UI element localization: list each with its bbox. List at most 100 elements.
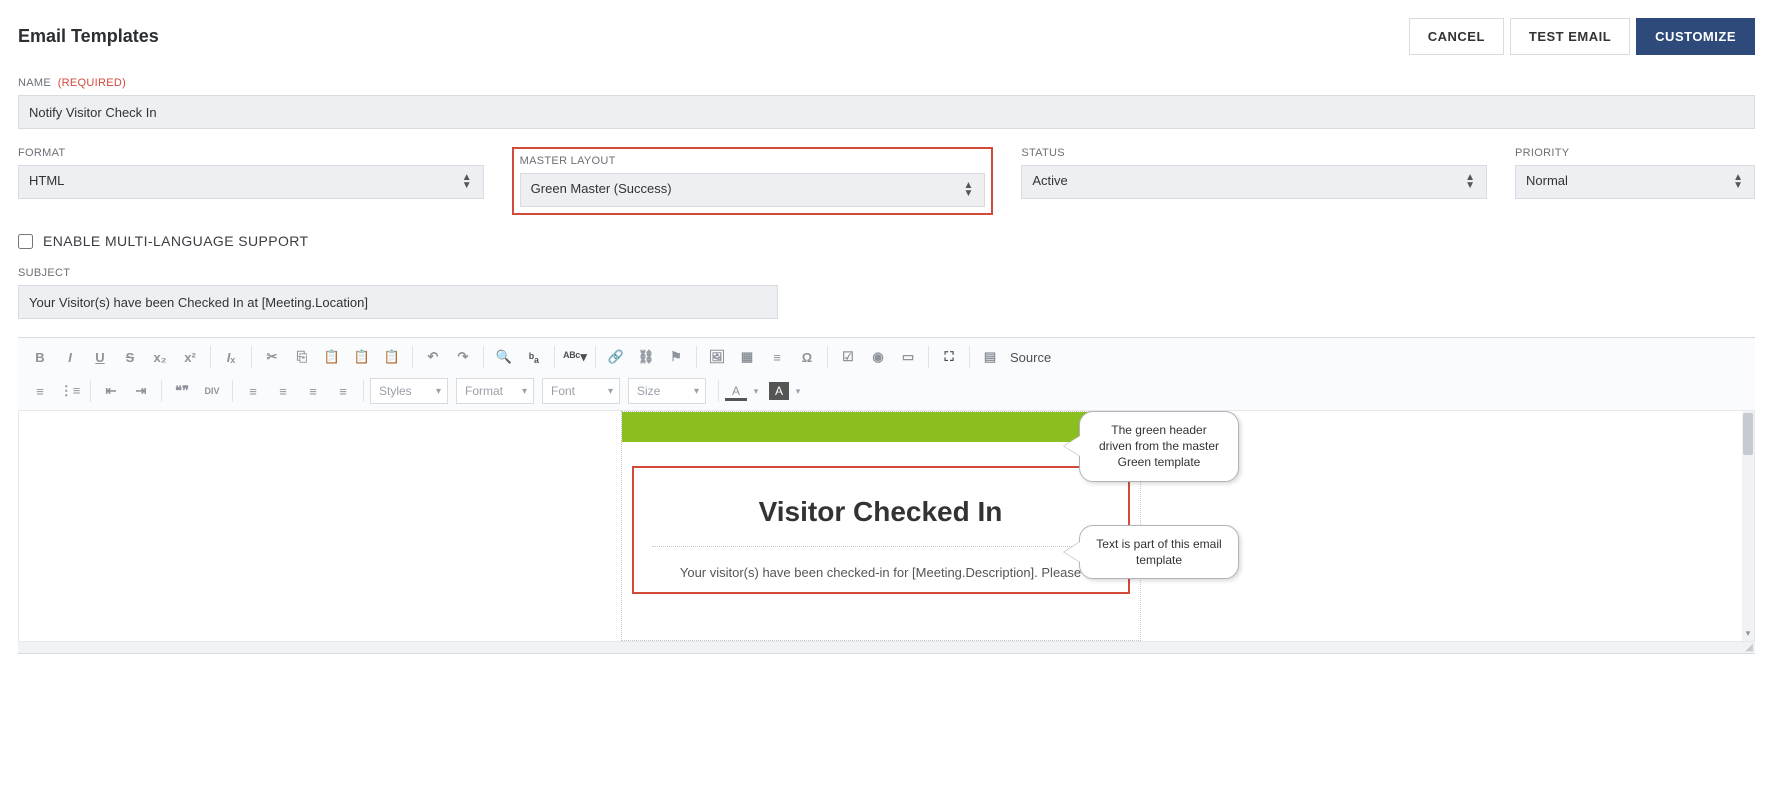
align-center-icon[interactable]: ≡: [269, 378, 297, 404]
email-preview-title: Visitor Checked In: [652, 496, 1110, 547]
bold-icon[interactable]: B: [26, 344, 54, 370]
separator: [718, 380, 719, 402]
separator: [90, 380, 91, 402]
text-color-icon[interactable]: A: [725, 381, 747, 401]
cancel-button[interactable]: CANCEL: [1409, 18, 1504, 55]
multi-language-checkbox[interactable]: [18, 234, 33, 249]
separator: [969, 346, 970, 368]
separator: [210, 346, 211, 368]
status-label: STATUS: [1021, 147, 1487, 159]
text-color-dropdown[interactable]: ▾: [751, 386, 761, 397]
bg-color-icon[interactable]: A: [769, 382, 789, 400]
align-justify-icon[interactable]: ≡: [329, 378, 357, 404]
paste-icon[interactable]: 📋: [318, 344, 346, 370]
copy-icon[interactable]: ⎘: [288, 344, 316, 370]
unlink-icon[interactable]: ⛓: [632, 344, 660, 370]
blockquote-icon[interactable]: ❝❞: [168, 378, 196, 404]
undo-icon[interactable]: ↶: [419, 344, 447, 370]
format-combo[interactable]: Format: [456, 378, 534, 404]
priority-select[interactable]: Normal ▲▼: [1515, 165, 1755, 199]
font-combo[interactable]: Font: [542, 378, 620, 404]
separator: [696, 346, 697, 368]
editor-toolbar: B I U S x₂ x² Iₓ ✂ ⎘ 📋 📋 📋 ↶ ↷ 🔍 ᵇₐ ᴬᴮᶜ▾…: [18, 338, 1755, 411]
source-button[interactable]: Source: [1006, 350, 1055, 365]
callout-tail-icon: [1064, 542, 1080, 562]
clear-format-icon[interactable]: Iₓ: [217, 344, 245, 370]
hr-icon[interactable]: ≡: [763, 344, 791, 370]
name-label: NAME (Required): [18, 77, 1755, 89]
callout-template-text: Text is part of this email template: [1079, 525, 1239, 579]
subject-input[interactable]: [18, 285, 778, 319]
callout-green-header: The green header driven from the master …: [1079, 411, 1239, 482]
master-layout-value: Green Master (Success): [520, 173, 986, 207]
email-content-block: Visitor Checked In Your visitor(s) have …: [632, 466, 1130, 594]
editor-resize-handle[interactable]: [18, 641, 1755, 653]
separator: [412, 346, 413, 368]
div-icon[interactable]: DIV: [198, 378, 226, 404]
outdent-icon[interactable]: ⇤: [97, 378, 125, 404]
multi-language-label: ENABLE MULTI-LANGUAGE SUPPORT: [43, 233, 308, 249]
callout-tail-icon: [1064, 436, 1080, 456]
paste-word-icon[interactable]: 📋: [378, 344, 406, 370]
superscript-icon[interactable]: x²: [176, 344, 204, 370]
cut-icon[interactable]: ✂: [258, 344, 286, 370]
name-input[interactable]: [18, 95, 1755, 129]
format-select-value: HTML: [18, 165, 484, 199]
subscript-icon[interactable]: x₂: [146, 344, 174, 370]
email-green-header: [622, 412, 1140, 442]
separator: [595, 346, 596, 368]
priority-label: PRIORITY: [1515, 147, 1755, 159]
separator: [161, 380, 162, 402]
status-value: Active: [1021, 165, 1487, 199]
bullet-list-icon[interactable]: ⋮≡: [56, 378, 84, 404]
master-layout-select[interactable]: Green Master (Success) ▲▼: [520, 173, 986, 207]
editor-content-area[interactable]: Visitor Checked In Your visitor(s) have …: [18, 411, 1755, 641]
align-left-icon[interactable]: ≡: [239, 378, 267, 404]
paste-text-icon[interactable]: 📋: [348, 344, 376, 370]
callout-text: Text is part of this email template: [1096, 537, 1221, 567]
master-layout-label: MASTER LAYOUT: [520, 155, 986, 167]
page-title: Email Templates: [18, 26, 159, 47]
separator: [554, 346, 555, 368]
spellcheck-icon[interactable]: ᴬᴮᶜ▾: [561, 344, 589, 370]
link-icon[interactable]: 🔗: [602, 344, 630, 370]
callout-text: The green header driven from the master …: [1099, 423, 1219, 469]
replace-icon[interactable]: ᵇₐ: [520, 344, 548, 370]
checkbox-icon[interactable]: ☑: [834, 344, 862, 370]
header-buttons: CANCEL TEST EMAIL CUSTOMIZE: [1409, 18, 1755, 55]
indent-icon[interactable]: ⇥: [127, 378, 155, 404]
numbered-list-icon[interactable]: ≡: [26, 378, 54, 404]
vertical-scrollbar[interactable]: [1742, 411, 1754, 641]
separator: [363, 380, 364, 402]
separator: [928, 346, 929, 368]
test-email-button[interactable]: TEST EMAIL: [1510, 18, 1630, 55]
special-char-icon[interactable]: Ω: [793, 344, 821, 370]
separator: [483, 346, 484, 368]
source-icon[interactable]: ▤: [976, 344, 1004, 370]
size-combo[interactable]: Size: [628, 378, 706, 404]
email-preview-card: Visitor Checked In Your visitor(s) have …: [621, 411, 1141, 641]
separator: [251, 346, 252, 368]
rich-text-editor: B I U S x₂ x² Iₓ ✂ ⎘ 📋 📋 📋 ↶ ↷ 🔍 ᵇₐ ᴬᴮᶜ▾…: [18, 337, 1755, 654]
table-icon[interactable]: ▦: [733, 344, 761, 370]
container-icon[interactable]: ▭: [894, 344, 922, 370]
align-right-icon[interactable]: ≡: [299, 378, 327, 404]
format-select[interactable]: HTML ▲▼: [18, 165, 484, 199]
radio-icon[interactable]: ◉: [864, 344, 892, 370]
subject-label: SUBJECT: [18, 267, 778, 279]
customize-button[interactable]: CUSTOMIZE: [1636, 18, 1755, 55]
priority-value: Normal: [1515, 165, 1755, 199]
anchor-icon[interactable]: ⚑: [662, 344, 690, 370]
format-label: FORMAT: [18, 147, 484, 159]
italic-icon[interactable]: I: [56, 344, 84, 370]
bg-color-dropdown[interactable]: ▾: [793, 386, 803, 397]
styles-combo[interactable]: Styles: [370, 378, 448, 404]
underline-icon[interactable]: U: [86, 344, 114, 370]
strike-icon[interactable]: S: [116, 344, 144, 370]
find-icon[interactable]: 🔍: [490, 344, 518, 370]
image-icon[interactable]: 🖼: [703, 344, 731, 370]
redo-icon[interactable]: ↷: [449, 344, 477, 370]
email-preview-body: Your visitor(s) have been checked-in for…: [652, 565, 1110, 580]
maximize-icon[interactable]: ⛶: [935, 344, 963, 370]
status-select[interactable]: Active ▲▼: [1021, 165, 1487, 199]
